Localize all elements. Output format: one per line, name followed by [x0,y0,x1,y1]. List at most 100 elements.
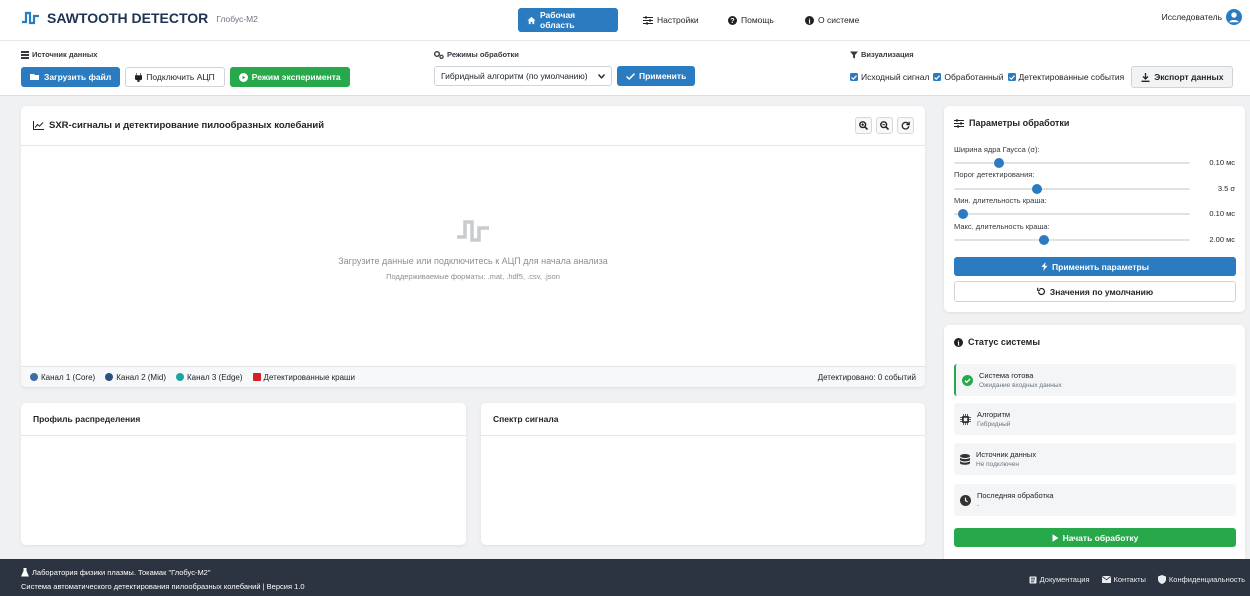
nav-settings[interactable]: Настройки [634,8,708,32]
line-chart-icon [33,121,44,130]
slider-thumb[interactable] [1031,184,1042,194]
status-item-ready: Система готова Ожидание входных данных [954,364,1236,396]
slider-sigma[interactable] [954,158,1190,168]
slider-threshold-label: Порог детектирования: [954,170,1035,179]
nav-workspace[interactable]: Рабочая область [518,8,618,32]
checkbox-detected-events-box[interactable] [1007,73,1016,81]
play-circle-icon [238,72,248,82]
export-data-label: Экспорт данных [1154,72,1224,82]
question-circle-icon: ? [728,15,737,25]
reset-zoom-button[interactable] [897,117,914,134]
zoom-in-icon [859,121,868,130]
legend-swatch [30,373,38,381]
footer-link-docs[interactable]: Документация [1029,575,1090,584]
nav-about[interactable]: i О системе [796,8,868,32]
footer: Лаборатория физики плазмы. Токамак "Глоб… [0,559,1250,596]
zoom-in-button[interactable] [855,117,872,134]
play-icon [1052,533,1059,542]
chart-title: SXR-сигналы и детектирование пилообразны… [33,120,324,131]
chart-title-text: SXR-сигналы и детектирование пилообразны… [49,120,325,131]
legend-label: Детектированные краши [263,372,355,382]
slider-thumb[interactable] [993,158,1004,168]
nav-workspace-label: Рабочая область [540,10,576,30]
signals-chart-panel: SXR-сигналы и детектирование пилообразны… [21,106,925,387]
checkbox-processed-box[interactable] [933,73,942,81]
status-item-source: Источник данных Не подключен [954,443,1236,475]
user-avatar-icon [1226,9,1242,25]
params-title: Параметры обработки [954,118,1069,128]
nav-help[interactable]: ? Помощь [719,8,783,32]
slider-thumb[interactable] [1038,235,1049,245]
shield-icon [1157,575,1166,584]
device-name: Глобус-М2 [216,14,258,24]
footer-system: Система автоматического детектирования п… [21,582,305,591]
home-icon [527,16,536,25]
mode-select[interactable]: Гибридный алгоритм (по умолчанию) [434,66,612,86]
checkbox-processed[interactable]: Обработанный [933,72,1004,82]
top-navbar: SAWTOOTH DETECTOR Глобус-М2 Рабочая обла… [0,0,1250,40]
brand[interactable]: SAWTOOTH DETECTOR Глобус-М2 [21,10,258,26]
footer-link-privacy[interactable]: Конфиденциальность [1157,575,1245,584]
apply-mode-label: Применить [639,71,687,81]
legend-item: Канал 3 (Edge) [175,372,243,382]
slider-sigma-value: 0.10 мс [1209,158,1235,167]
legend-label: Канал 3 (Edge) [186,372,243,382]
footer-link-privacy-label: Конфиденциальность [1168,575,1245,584]
system-status-panel: i Статус системы Система готова Ожидание … [944,325,1245,565]
nav-settings-label: Настройки [657,15,699,25]
status-source-sub: Не подключен [976,461,1019,468]
slider-min-duration-value: 0.10 мс [1209,209,1235,218]
processing-params-panel: Параметры обработки Ширина ядра Гаусса (… [944,106,1245,312]
brand-name: SAWTOOTH DETECTOR [47,10,209,26]
status-last-sub: - [977,502,980,509]
sliders-icon [954,118,964,128]
load-file-label: Загрузить файл [44,72,112,82]
slider-thumb[interactable] [958,209,969,219]
spectrum-header-divider [481,435,925,436]
load-file-button[interactable]: Загрузить файл [21,67,121,87]
check-icon [626,72,635,80]
footer-links: Документация Контакты Конфиденциальность [1029,575,1245,584]
slider-min-duration[interactable] [954,209,1190,219]
user-menu[interactable]: Исследователь [1162,9,1242,25]
viz-group-label: Визуализация [850,50,914,59]
chart-header-divider [21,145,925,146]
supported-formats: Поддерживаемые форматы: .mat, .hdf5, .cs… [386,272,560,281]
connect-adc-button[interactable]: Подключить АЦП [125,67,225,87]
start-processing-button[interactable]: Начать обработку [954,528,1236,547]
apply-params-button[interactable]: Применить параметры [954,257,1236,276]
legend-label: Канал 2 (Mid) [116,372,166,382]
svg-text:i: i [809,17,811,25]
checkbox-detected-events[interactable]: Детектированные события [1007,72,1125,82]
toolbar: Источник данных Загрузить файл Подключит… [0,40,1250,96]
book-icon [1029,576,1037,584]
export-data-button[interactable]: Экспорт данных [1131,66,1234,88]
experiment-mode-label: Режим эксперимента [251,72,341,82]
checkbox-raw-signal[interactable]: Исходный сигнал [850,72,929,82]
spectrum-title: Спектр сигнала [493,414,559,424]
legend-item: Канал 1 (Core) [30,373,95,382]
footer-lab: Лаборатория физики плазмы. Токамак "Глоб… [21,568,211,577]
slider-sigma-label: Ширина ядра Гаусса (σ): [954,145,1040,154]
slider-max-duration-value: 2.00 мс [1209,235,1235,244]
legend-item: Канал 2 (Mid) [105,373,166,382]
footer-link-contacts[interactable]: Контакты [1101,575,1146,584]
info-circle-icon: i [954,337,963,347]
footer-link-docs-label: Документация [1039,575,1090,584]
reset-defaults-button[interactable]: Значения по умолчанию [954,281,1236,302]
status-source-main: Источник данных [976,450,1037,459]
apply-mode-button[interactable]: Применить [617,66,696,86]
slider-threshold-value: 3.5 σ [1217,184,1235,193]
status-item-last-processing: Последняя обработка - [954,484,1236,516]
slider-threshold[interactable] [954,184,1190,194]
cpu-icon [960,413,971,425]
check-circle-icon [962,374,973,386]
slider-max-duration[interactable] [954,235,1190,245]
empty-message: Загрузите данные или подключитесь к АЦП … [338,256,608,266]
download-icon [1141,72,1150,82]
zoom-out-button[interactable] [876,117,893,134]
checkbox-raw-signal-box[interactable] [850,73,858,81]
cogs-icon [434,50,444,59]
checkbox-detected-events-label: Детектированные события [1018,72,1125,82]
experiment-mode-button[interactable]: Режим эксперимента [229,67,350,87]
